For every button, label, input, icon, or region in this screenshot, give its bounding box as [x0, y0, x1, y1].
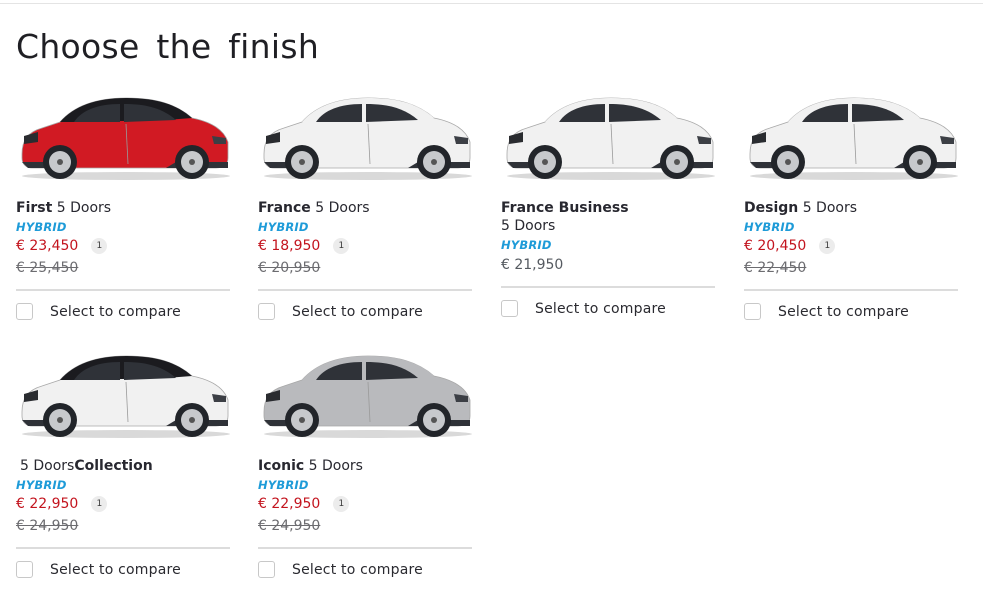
card-divider	[501, 286, 715, 288]
car-shape	[506, 97, 715, 181]
top-divider	[0, 3, 983, 4]
car-image[interactable]	[258, 350, 472, 442]
compare-label[interactable]: Select to compare	[535, 301, 666, 317]
price-row: € 21,950	[501, 257, 563, 273]
price-row: € 22,950 1	[258, 496, 350, 512]
trim-doors: 5 Doors	[308, 458, 363, 474]
trim-name: Iconic 5 Doors	[258, 457, 472, 475]
car-shape	[749, 97, 958, 181]
compare-label[interactable]: Select to compare	[292, 562, 423, 578]
price-row: € 22,950 1	[16, 496, 108, 512]
compare-toggle[interactable]: Select to compare	[258, 303, 423, 320]
compare-checkbox[interactable]	[258, 303, 275, 320]
compare-checkbox[interactable]	[258, 561, 275, 578]
compare-label[interactable]: Select to compare	[292, 304, 423, 320]
compare-checkbox[interactable]	[744, 303, 761, 320]
trim-name-bold: France	[258, 200, 311, 216]
trim-name-bold: France Business	[501, 200, 629, 216]
trim-name: 5 DoorsCollection	[20, 457, 234, 475]
car-image[interactable]	[16, 92, 230, 184]
trim-doors: 5 Doors	[802, 200, 858, 216]
compare-checkbox[interactable]	[16, 561, 33, 578]
current-price: € 23,450	[16, 238, 79, 254]
hybrid-badge: HYBRID	[501, 238, 552, 252]
footnote-badge[interactable]: 1	[91, 496, 108, 512]
compare-toggle[interactable]: Select to compare	[16, 303, 181, 320]
card-divider	[744, 289, 958, 291]
hybrid-badge: HYBRID	[16, 220, 67, 234]
old-price: € 20,950	[258, 260, 321, 276]
trim-name-bold: First	[16, 200, 53, 216]
trim-name: Design 5 Doors	[744, 199, 958, 217]
trim-name: First 5 Doors	[16, 199, 230, 217]
compare-label[interactable]: Select to compare	[778, 304, 909, 320]
current-price: € 22,950	[16, 496, 79, 512]
trim-doors: 5 Doors	[56, 200, 112, 216]
current-price: € 22,950	[258, 496, 321, 512]
trim-doors: 5 Doors	[501, 218, 556, 234]
car-image[interactable]	[501, 92, 715, 184]
card-divider	[258, 547, 472, 549]
footnote-badge[interactable]: 1	[819, 238, 836, 254]
car-shape	[263, 355, 472, 439]
trim-name-bold: Design	[744, 200, 799, 216]
hybrid-badge: HYBRID	[16, 478, 67, 492]
trim-doors: 5 Doors	[20, 458, 75, 474]
trim-card-first[interactable]: First 5 Doors HYBRID € 23,450 1 € 25,450…	[16, 92, 230, 320]
card-divider	[16, 547, 230, 549]
trim-card-france-business[interactable]: France Business 5 Doors HYBRID € 21,950 …	[501, 92, 715, 317]
trim-card-iconic[interactable]: Iconic 5 Doors HYBRID € 22,950 1 € 24,95…	[258, 350, 472, 578]
trim-name: France 5 Doors	[258, 199, 472, 217]
compare-label[interactable]: Select to compare	[50, 304, 181, 320]
old-price: € 24,950	[16, 518, 79, 534]
hybrid-badge: HYBRID	[258, 220, 309, 234]
trim-card-design[interactable]: Design 5 Doors HYBRID € 20,450 1 € 22,45…	[744, 92, 958, 320]
footnote-badge[interactable]: 1	[333, 238, 350, 254]
compare-toggle[interactable]: Select to compare	[744, 303, 909, 320]
trim-name: France Business	[501, 199, 715, 217]
current-price: € 20,450	[744, 238, 807, 254]
compare-label[interactable]: Select to compare	[50, 562, 181, 578]
compare-checkbox[interactable]	[16, 303, 33, 320]
price-row: € 18,950 1	[258, 238, 350, 254]
old-price: € 25,450	[16, 260, 79, 276]
trim-name-bold: Iconic	[258, 458, 305, 474]
hybrid-badge: HYBRID	[744, 220, 795, 234]
price-row: € 23,450 1	[16, 238, 108, 254]
current-price: € 21,950	[501, 257, 564, 273]
car-image[interactable]	[16, 350, 230, 442]
trim-card-france[interactable]: France 5 Doors HYBRID € 18,950 1 € 20,95…	[258, 92, 472, 320]
card-divider	[258, 289, 472, 291]
old-price: € 24,950	[258, 518, 321, 534]
footnote-badge[interactable]: 1	[91, 238, 108, 254]
trim-name-bold: Collection	[74, 458, 153, 474]
page-title: Choose the finish	[16, 27, 320, 66]
car-shape	[21, 355, 230, 439]
car-image[interactable]	[744, 92, 958, 184]
compare-toggle[interactable]: Select to compare	[16, 561, 181, 578]
footnote-badge[interactable]: 1	[333, 496, 350, 512]
price-row: € 20,450 1	[744, 238, 836, 254]
compare-checkbox[interactable]	[501, 300, 518, 317]
compare-toggle[interactable]: Select to compare	[258, 561, 423, 578]
trim-card-collection[interactable]: 5 DoorsCollection HYBRID € 22,950 1 € 24…	[16, 350, 230, 578]
trim-doors: 5 Doors	[315, 200, 370, 216]
old-price: € 22,450	[744, 260, 807, 276]
current-price: € 18,950	[258, 238, 321, 254]
car-image[interactable]	[258, 92, 472, 184]
card-divider	[16, 289, 230, 291]
car-shape	[21, 97, 230, 181]
compare-toggle[interactable]: Select to compare	[501, 300, 666, 317]
hybrid-badge: HYBRID	[258, 478, 309, 492]
car-shape	[263, 97, 472, 181]
